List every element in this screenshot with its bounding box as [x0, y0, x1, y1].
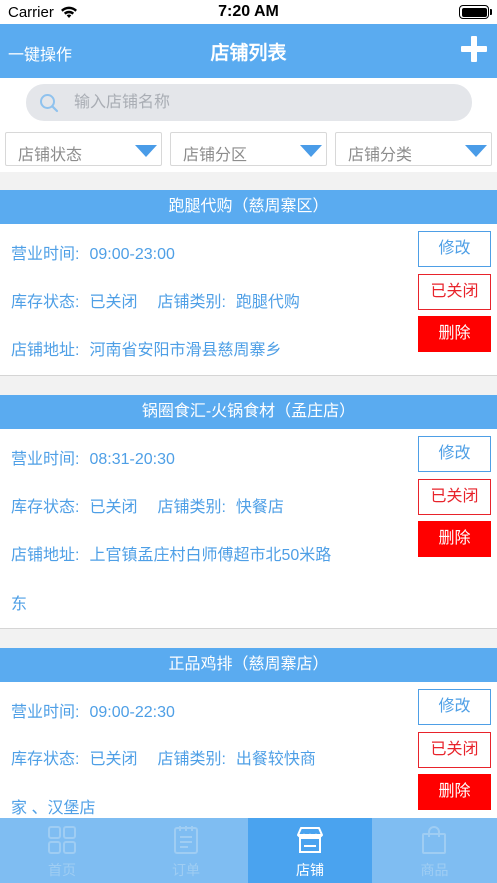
stock-type-row: 库存状态: 已关闭 店铺类别: 跑腿代购	[11, 288, 300, 312]
status-toggle-button[interactable]: 已关闭	[418, 479, 491, 515]
edit-button[interactable]: 修改	[418, 436, 491, 472]
hours-label: 营业时间:	[11, 704, 80, 721]
hours-row: 营业时间: 09:00-23:00	[11, 240, 175, 264]
dropdown-triangle-icon	[465, 145, 487, 157]
store-name: 正品鸡排（慈周寨店）	[0, 648, 497, 682]
status-bar: Carrier 7:20 AM	[0, 0, 497, 24]
search-icon	[40, 94, 59, 113]
stock-label: 库存状态:	[11, 294, 80, 311]
type-continuation: 家 、汉堡店	[11, 800, 96, 817]
hours-value: 08:31-20:30	[89, 451, 175, 468]
dropdown-triangle-icon	[300, 145, 322, 157]
type-value: 跑腿代购	[235, 294, 300, 311]
store-name-search-input[interactable]	[74, 84, 454, 121]
address-continuation: 东	[11, 596, 28, 613]
status-toggle-button[interactable]: 已关闭	[418, 732, 491, 768]
filter-store-status[interactable]: 店铺状态	[5, 132, 162, 166]
type-label: 店铺类别:	[157, 294, 226, 311]
tab-label: 店铺	[296, 862, 324, 878]
edit-button[interactable]: 修改	[418, 231, 491, 267]
store-icon	[297, 827, 323, 853]
store-card: 跑腿代购（慈周寨区） 营业时间: 09:00-23:00 库存状态: 已关闭 店铺类别…	[0, 190, 497, 376]
search-bar	[0, 78, 497, 128]
status-toggle-button[interactable]: 已关闭	[418, 274, 491, 310]
delete-button[interactable]: 删除	[418, 521, 491, 557]
tab-bar: 首页 订单 店铺 商品	[0, 818, 497, 883]
address-row: 店铺地址: 河南省安阳市滑县慈周寨乡	[11, 336, 281, 360]
tab-label: 订单	[172, 862, 200, 878]
tab-label: 首页	[48, 862, 76, 878]
stock-value: 已关闭	[89, 294, 138, 311]
stock-value: 已关闭	[89, 499, 138, 516]
type-label: 店铺类别:	[157, 499, 226, 516]
page-title: 店铺列表	[210, 43, 287, 64]
type-value: 出餐较快商	[235, 751, 316, 768]
delete-button[interactable]: 删除	[418, 316, 491, 352]
filter-store-category[interactable]: 店铺分类	[335, 132, 492, 166]
address-row: 店铺地址: 上官镇孟庄村白师傅超市北50米路	[11, 541, 331, 565]
battery-icon	[459, 5, 492, 19]
nav-bar: 一键操作 店铺列表	[0, 24, 497, 78]
address-value: 上官镇孟庄村白师傅超市北50米路	[89, 547, 332, 564]
tab-products[interactable]: 商品	[372, 818, 497, 883]
dropdown-triangle-icon	[135, 145, 157, 157]
clock: 7:20 AM	[218, 3, 279, 20]
order-list-icon	[174, 826, 198, 854]
filter-label: 店铺分类	[348, 147, 413, 164]
filter-label: 店铺分区	[183, 147, 248, 164]
filter-store-zone[interactable]: 店铺分区	[170, 132, 327, 166]
search-box[interactable]	[26, 84, 472, 121]
grid-icon	[48, 826, 76, 854]
hours-label: 营业时间:	[11, 246, 80, 263]
stock-type-row: 库存状态: 已关闭 店铺类别: 出餐较快商	[11, 745, 316, 769]
hours-value: 09:00-23:00	[89, 246, 175, 263]
tab-label: 商品	[420, 862, 449, 878]
address-value: 河南省安阳市滑县慈周寨乡	[89, 342, 282, 359]
app-screen: Carrier 7:20 AM 一键操作 店铺列表 店铺状态 店铺分	[0, 0, 497, 883]
store-name: 锅圈食汇-火锅食材（孟庄店）	[0, 395, 497, 429]
plus-icon[interactable]	[461, 36, 487, 62]
hours-value: 09:00-22:30	[89, 704, 175, 721]
stock-type-row: 库存状态: 已关闭 店铺类别: 快餐店	[11, 493, 284, 517]
tab-orders[interactable]: 订单	[124, 818, 248, 883]
type-value: 快餐店	[235, 499, 284, 516]
hours-row: 营业时间: 09:00-22:30	[11, 698, 175, 722]
tab-store[interactable]: 店铺	[248, 818, 372, 883]
address-label: 店铺地址:	[11, 547, 80, 564]
type-label: 店铺类别:	[157, 751, 226, 768]
filter-label: 店铺状态	[18, 147, 83, 164]
tab-home[interactable]: 首页	[0, 818, 124, 883]
store-card: 正品鸡排（慈周寨店） 营业时间: 09:00-22:30 库存状态: 已关闭 店铺类别…	[0, 648, 497, 818]
hours-label: 营业时间:	[11, 451, 80, 468]
hours-row: 营业时间: 08:31-20:30	[11, 445, 175, 469]
address-label: 店铺地址:	[11, 342, 80, 359]
store-card: 锅圈食汇-火锅食材（孟庄店） 营业时间: 08:31-20:30 库存状态: 已关闭…	[0, 395, 497, 629]
delete-button[interactable]: 删除	[418, 774, 491, 810]
filter-bar: 店铺状态 店铺分区 店铺分类	[0, 128, 497, 172]
stock-label: 库存状态:	[11, 751, 80, 768]
store-name: 跑腿代购（慈周寨区）	[0, 190, 497, 224]
stock-label: 库存状态:	[11, 499, 80, 516]
edit-button[interactable]: 修改	[418, 689, 491, 725]
stock-value: 已关闭	[89, 751, 138, 768]
shopping-bag-icon	[422, 826, 446, 854]
